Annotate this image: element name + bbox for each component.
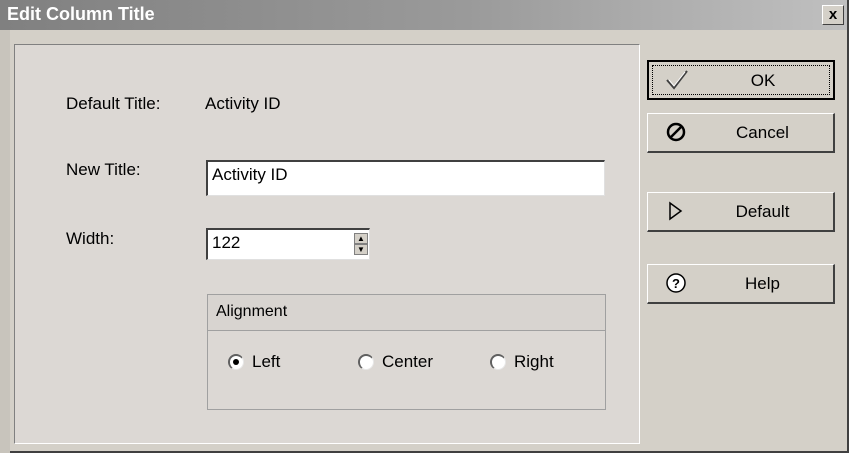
checkmark-icon xyxy=(665,68,689,92)
edit-column-title-dialog: Edit Column Title x Default Title: Activ… xyxy=(0,0,849,453)
ok-label: OK xyxy=(750,71,776,90)
left-edge xyxy=(0,30,10,453)
cancel-button[interactable]: Cancel xyxy=(647,113,835,153)
svg-text:?: ? xyxy=(672,276,680,291)
spin-up-icon[interactable]: ▲ xyxy=(354,233,368,244)
default-button[interactable]: Default xyxy=(647,192,835,232)
window-title: Edit Column Title xyxy=(7,4,155,24)
radio-right-label: Right xyxy=(514,352,554,371)
default-title-label: Default Title: xyxy=(66,94,161,113)
triangle-right-icon xyxy=(664,199,688,223)
width-spinner[interactable]: ▲ ▼ xyxy=(354,233,368,255)
alignment-groupbox: Alignment Left Center Right xyxy=(207,294,606,410)
width-input[interactable]: 122 xyxy=(206,228,370,260)
title-bar[interactable]: Edit Column Title x xyxy=(0,0,847,30)
default-title-value: Activity ID xyxy=(205,94,281,113)
help-icon: ? xyxy=(664,271,688,295)
radio-center-label: Center xyxy=(382,352,434,371)
new-title-value: Activity ID xyxy=(212,165,288,184)
cancel-icon xyxy=(664,120,688,144)
width-label: Width: xyxy=(66,229,115,248)
new-title-input[interactable]: Activity ID xyxy=(206,160,605,196)
radio-left-icon[interactable] xyxy=(228,354,244,370)
radio-center-icon[interactable] xyxy=(358,354,374,370)
alignment-header: Alignment xyxy=(208,295,605,331)
default-label: Default xyxy=(735,202,790,221)
alignment-title: Alignment xyxy=(216,303,288,320)
new-title-label: New Title: xyxy=(66,160,141,179)
radio-right-icon[interactable] xyxy=(490,354,506,370)
help-button[interactable]: ? Help xyxy=(647,264,835,304)
width-value: 122 xyxy=(212,233,241,252)
cancel-label: Cancel xyxy=(736,123,789,142)
ok-button[interactable]: OK xyxy=(647,60,835,100)
close-button[interactable]: x xyxy=(822,5,844,25)
radio-left-label: Left xyxy=(252,352,281,371)
spin-down-icon[interactable]: ▼ xyxy=(354,244,368,255)
help-label: Help xyxy=(745,274,780,293)
